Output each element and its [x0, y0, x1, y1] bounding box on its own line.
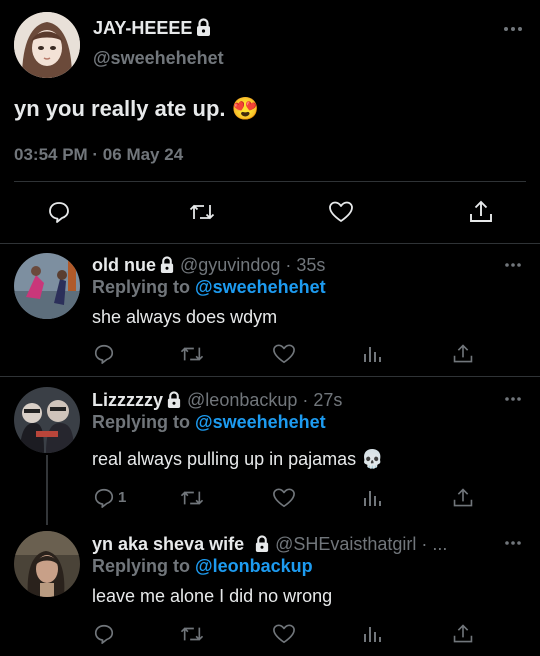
more-options-icon[interactable]: [504, 262, 522, 268]
retweet-icon[interactable]: [180, 343, 204, 365]
reply-icon[interactable]: [93, 487, 115, 509]
more-options-icon[interactable]: [504, 396, 522, 402]
replying-to: Replying to @sweehehehet: [92, 412, 326, 433]
lock-icon: [254, 535, 270, 552]
reply-icon[interactable]: [93, 623, 115, 645]
views-icon[interactable]: [362, 624, 382, 644]
reply-text-content: real always pulling up in pajamas: [92, 449, 357, 469]
lock-icon: [195, 18, 212, 36]
handle[interactable]: @SHEvaisthatgirl · ...: [275, 534, 447, 554]
display-name[interactable]: Lizzzzzy: [92, 390, 163, 410]
more-options-icon[interactable]: [504, 540, 522, 546]
divider: [0, 243, 540, 244]
retweet-icon[interactable]: [189, 200, 215, 224]
avatar[interactable]: [14, 531, 80, 597]
share-icon[interactable]: [452, 343, 474, 365]
reply-count: 1: [118, 489, 127, 506]
reply-text: real always pulling up in pajamas 💀: [92, 449, 384, 470]
skull-emoji: 💀: [361, 449, 384, 469]
display-name[interactable]: yn aka sheva wife: [92, 534, 244, 554]
reply-time[interactable]: · 35s: [285, 255, 325, 275]
replying-to: Replying to @sweehehehet: [92, 277, 326, 298]
reply-header: Lizzzzzy @leonbackup · 27s: [92, 390, 342, 411]
avatar[interactable]: [14, 253, 80, 319]
lock-icon: [159, 256, 175, 273]
replying-to: Replying to @leonbackup: [92, 556, 313, 577]
reply-header: yn aka sheva wife @SHEvaisthatgirl · ...: [92, 534, 447, 555]
retweet-icon[interactable]: [180, 623, 204, 645]
display-name-text: JAY-HEEEE: [93, 18, 193, 38]
replying-to-link[interactable]: @leonbackup: [195, 556, 313, 576]
reply-time[interactable]: · 27s: [302, 390, 342, 410]
handle[interactable]: @gyuvindog: [180, 255, 280, 275]
thread-line: [46, 455, 48, 525]
tweet-text-content: yn you really ate up.: [14, 96, 226, 121]
share-icon[interactable]: [452, 487, 474, 509]
share-icon[interactable]: [468, 199, 494, 225]
heart-icon[interactable]: [272, 343, 296, 365]
lock-icon: [166, 391, 182, 408]
heart-eyes-emoji: 😍: [231, 96, 260, 121]
handle[interactable]: @leonbackup: [187, 390, 297, 410]
reply-icon[interactable]: [93, 343, 115, 365]
reply-text: she always does wdym: [92, 307, 278, 327]
reply-text: leave me alone I did no wrong: [92, 586, 333, 606]
tweet-text: yn you really ate up. 😍: [14, 96, 259, 122]
reply-icon[interactable]: [47, 200, 71, 224]
display-name[interactable]: old nue: [92, 255, 156, 275]
avatar[interactable]: [14, 12, 80, 78]
more-options-icon[interactable]: [503, 26, 523, 32]
heart-icon[interactable]: [328, 200, 354, 224]
handle[interactable]: @sweehehehet: [93, 48, 224, 69]
avatar[interactable]: [14, 387, 80, 453]
views-icon[interactable]: [362, 344, 382, 364]
divider: [0, 376, 540, 377]
reply-header: old nue @gyuvindog · 35s: [92, 255, 325, 276]
retweet-icon[interactable]: [180, 487, 204, 509]
replying-label: Replying to: [92, 412, 190, 432]
display-name[interactable]: JAY-HEEEE: [93, 18, 212, 39]
share-icon[interactable]: [452, 623, 474, 645]
replying-to-link[interactable]: @sweehehehet: [195, 277, 326, 297]
heart-icon[interactable]: [272, 623, 296, 645]
replying-to-link[interactable]: @sweehehehet: [195, 412, 326, 432]
views-icon[interactable]: [362, 488, 382, 508]
replying-label: Replying to: [92, 556, 190, 576]
divider: [14, 181, 526, 182]
heart-icon[interactable]: [272, 487, 296, 509]
timestamp[interactable]: 03:54 PM · 06 May 24: [14, 145, 183, 165]
replying-label: Replying to: [92, 277, 190, 297]
